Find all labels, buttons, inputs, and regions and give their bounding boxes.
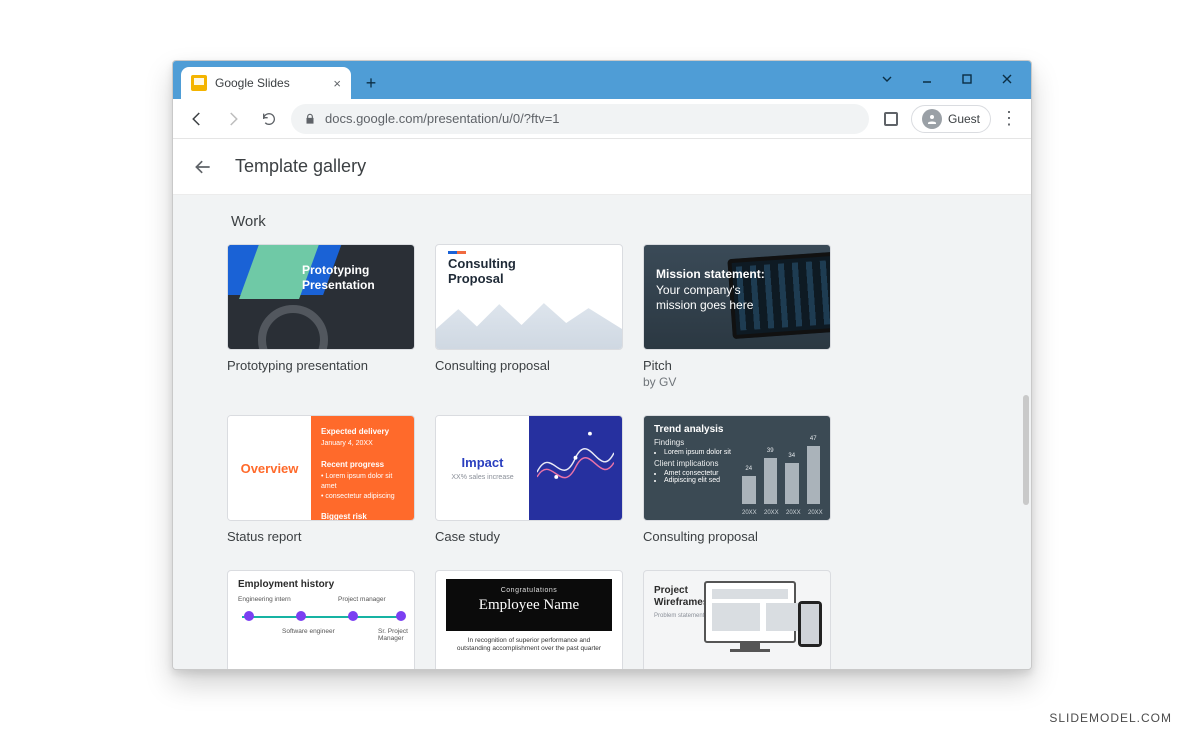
template-grid: PrototypingPresentation Prototyping pres… xyxy=(227,244,1031,669)
template-title: Case study xyxy=(435,529,623,544)
template-card[interactable]: Trend analysis Findings Lorem ipsum dolo… xyxy=(643,415,831,544)
nav-reload-button[interactable] xyxy=(255,105,283,133)
template-subtitle: by GV xyxy=(643,375,831,389)
slides-favicon-icon xyxy=(191,75,207,91)
window-maximize-icon[interactable] xyxy=(949,67,985,91)
avatar-icon xyxy=(922,109,942,129)
extensions-icon xyxy=(884,112,898,126)
watermark: SLIDEMODEL.COM xyxy=(1049,711,1172,725)
template-thumb: Congratulations Employee Name In recogni… xyxy=(435,570,623,669)
content-area: Work PrototypingPresentation Prototyping… xyxy=(173,195,1031,669)
window-close-icon[interactable] xyxy=(989,67,1025,91)
template-card[interactable]: ConsultingProposal Consulting proposal xyxy=(435,244,623,389)
omnibox[interactable]: docs.google.com/presentation/u/0/?ftv=1 xyxy=(291,104,869,134)
window-minimize-icon[interactable] xyxy=(909,67,945,91)
titlebar: Google Slides × + xyxy=(173,61,1031,99)
template-card[interactable]: Employment history Engineering intern Pr… xyxy=(227,570,415,669)
template-title: Consulting proposal xyxy=(435,358,623,373)
window-controls xyxy=(869,67,1025,91)
template-thumb: Overview Expected deliveryJanuary 4, 20X… xyxy=(227,415,415,521)
tab-title: Google Slides xyxy=(215,76,290,90)
template-thumb: Employment history Engineering intern Pr… xyxy=(227,570,415,669)
template-card[interactable]: ProjectWireframesProblem statement and s… xyxy=(643,570,831,669)
nav-back-button[interactable] xyxy=(183,105,211,133)
template-title: Consulting proposal xyxy=(643,529,831,544)
section-title: Work xyxy=(231,213,1031,230)
template-thumb: PrototypingPresentation xyxy=(227,244,415,350)
browser-window: Google Slides × + do xyxy=(172,60,1032,670)
tab-close-icon[interactable]: × xyxy=(333,76,341,91)
browser-menu-button[interactable]: ⋮ xyxy=(997,108,1021,129)
lock-icon xyxy=(303,112,317,126)
template-thumb: Mission statement:Your company'smission … xyxy=(643,244,831,350)
template-title: Status report xyxy=(227,529,415,544)
omnibox-url: docs.google.com/presentation/u/0/?ftv=1 xyxy=(325,111,560,126)
page-title: Template gallery xyxy=(235,156,366,177)
browser-tab[interactable]: Google Slides × xyxy=(181,67,351,99)
template-thumb: ImpactXX% sales increase xyxy=(435,415,623,521)
scrollbar-thumb[interactable] xyxy=(1023,395,1029,505)
new-tab-button[interactable]: + xyxy=(357,69,385,97)
page-header: Template gallery xyxy=(173,139,1031,195)
window-caret-icon[interactable] xyxy=(869,67,905,91)
browser-toolbar: docs.google.com/presentation/u/0/?ftv=1 … xyxy=(173,99,1031,139)
template-thumb: Trend analysis Findings Lorem ipsum dolo… xyxy=(643,415,831,521)
stage: Google Slides × + do xyxy=(0,0,1200,743)
profile-chip[interactable]: Guest xyxy=(911,105,991,133)
extensions-button[interactable] xyxy=(877,105,905,133)
template-title: Pitch xyxy=(643,358,831,373)
trend-bars: 24 39 34 47 xyxy=(742,430,820,504)
template-card[interactable]: Overview Expected deliveryJanuary 4, 20X… xyxy=(227,415,415,544)
template-thumb: ConsultingProposal xyxy=(435,244,623,350)
toolbar-right: Guest ⋮ xyxy=(877,105,1021,133)
template-thumb: ProjectWireframesProblem statement and s… xyxy=(643,570,831,669)
nav-forward-button[interactable] xyxy=(219,105,247,133)
template-card[interactable]: Congratulations Employee Name In recogni… xyxy=(435,570,623,669)
template-title: Prototyping presentation xyxy=(227,358,415,373)
page-back-button[interactable] xyxy=(189,153,217,181)
template-card[interactable]: PrototypingPresentation Prototyping pres… xyxy=(227,244,415,389)
template-card[interactable]: Mission statement:Your company'smission … xyxy=(643,244,831,389)
template-card[interactable]: ImpactXX% sales increase Case study xyxy=(435,415,623,544)
profile-label: Guest xyxy=(948,112,980,126)
